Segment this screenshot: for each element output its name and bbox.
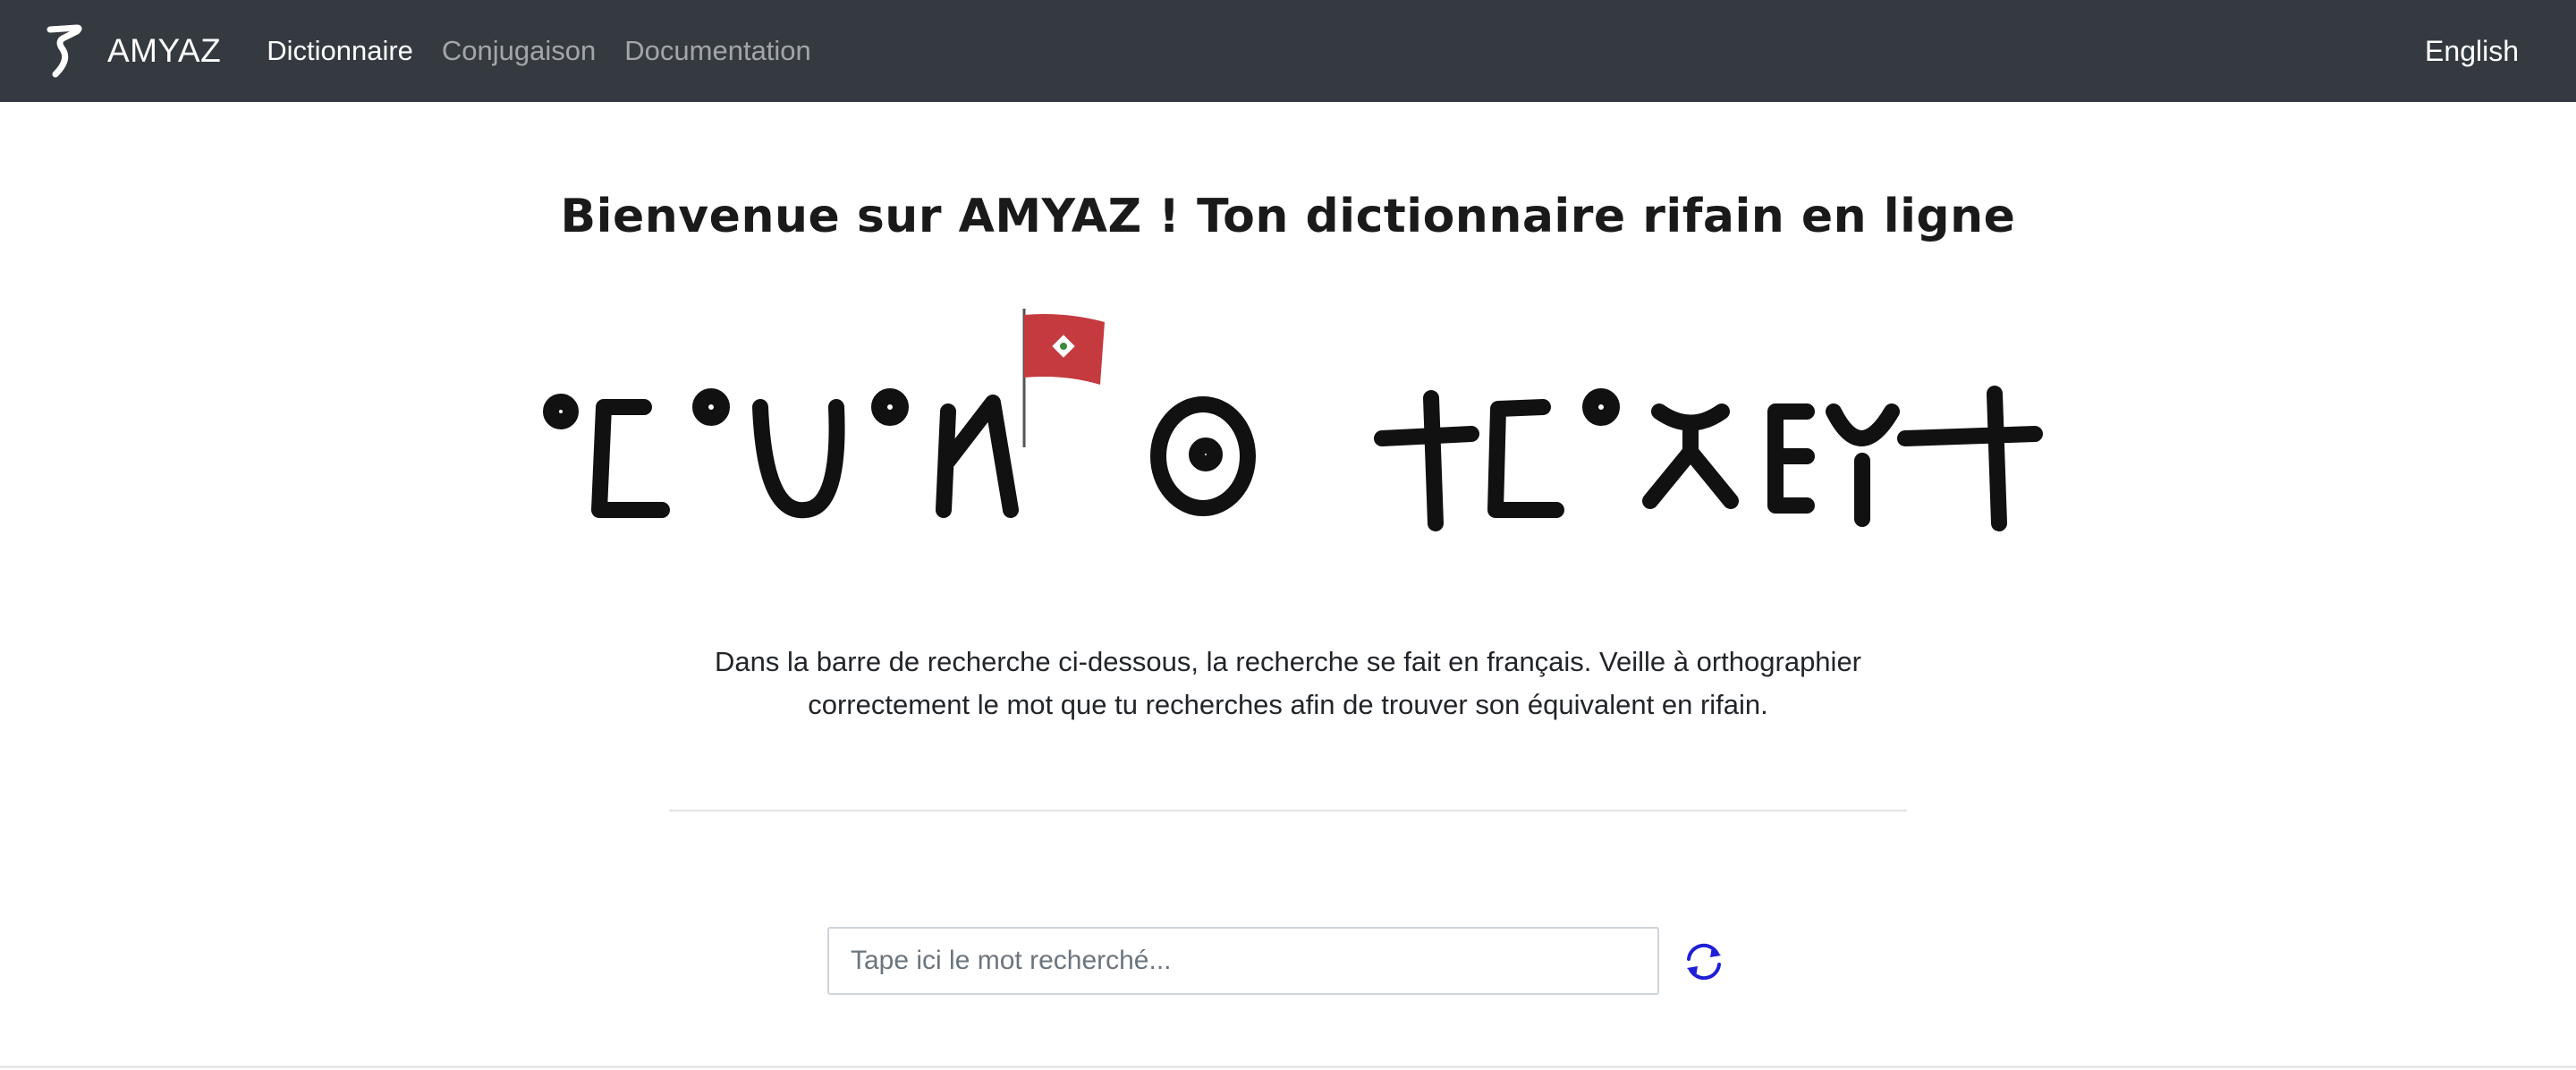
intro-text: Dans la barre de recherche ci-dessous, l… bbox=[0, 641, 2576, 726]
nav-dictionnaire[interactable]: Dictionnaire bbox=[267, 35, 413, 67]
language-switch[interactable]: English bbox=[2425, 0, 2519, 102]
refresh-icon bbox=[1687, 943, 1721, 981]
nav-links: Dictionnaire Conjugaison Documentation bbox=[267, 35, 840, 67]
intro-line-1: Dans la barre de recherche ci-dessous, l… bbox=[714, 646, 1862, 677]
refresh-button[interactable] bbox=[1678, 939, 1730, 984]
page-title: Bienvenue sur AMYAZ ! Ton dictionnaire r… bbox=[560, 190, 2016, 243]
divider bbox=[669, 810, 1907, 811]
rif-flag-icon bbox=[1022, 309, 1105, 447]
amyaz-logo-icon bbox=[47, 24, 82, 78]
brand-link[interactable]: AMYAZ bbox=[43, 24, 221, 78]
intro-line-2: correctement le mot que tu recherches af… bbox=[808, 689, 1768, 720]
search-input[interactable] bbox=[827, 927, 1659, 995]
footer-border bbox=[0, 1066, 2576, 1068]
nav-documentation[interactable]: Documentation bbox=[624, 35, 811, 67]
tifinagh-banner bbox=[528, 295, 2057, 537]
top-navbar: AMYAZ Dictionnaire Conjugaison Documenta… bbox=[0, 0, 2576, 102]
nav-conjugaison[interactable]: Conjugaison bbox=[442, 35, 596, 67]
tifinagh-logo-image bbox=[543, 309, 2043, 531]
brand-name: AMYAZ bbox=[107, 32, 222, 69]
